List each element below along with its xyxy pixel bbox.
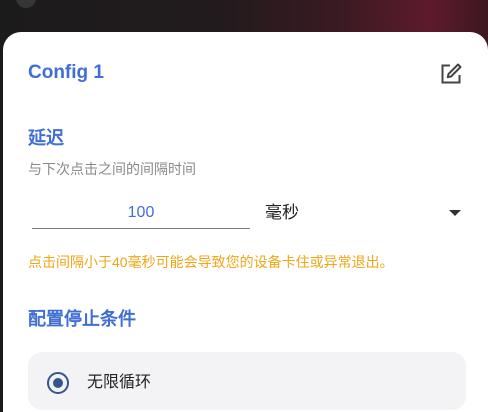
delay-warning: 点击间隔小于40毫秒可能会导致您的设备卡住或异常退出。: [28, 254, 394, 270]
stop-option-label: 无限循环: [87, 374, 152, 391]
dialog-title: Config 1: [28, 62, 104, 83]
delay-description: 与下次点击之间的间隔时间: [28, 161, 196, 177]
stop-option-infinite-loop[interactable]: 无限循环: [28, 352, 466, 410]
edit-button[interactable]: [439, 62, 463, 86]
config-dialog: Config 1 延迟 与下次点击之间的间隔时间 毫秒 点击间隔小于40毫秒可能…: [3, 32, 488, 412]
dropdown-arrow-icon: [449, 210, 461, 216]
radio-button[interactable]: [47, 372, 69, 394]
delay-input[interactable]: [32, 198, 250, 229]
stop-condition-heading: 配置停止条件: [28, 309, 136, 329]
background-app-icon: [16, 0, 36, 8]
delay-heading: 延迟: [28, 128, 64, 148]
edit-icon: [441, 63, 462, 84]
unit-select[interactable]: 毫秒: [265, 198, 465, 228]
unit-label: 毫秒: [265, 203, 299, 222]
